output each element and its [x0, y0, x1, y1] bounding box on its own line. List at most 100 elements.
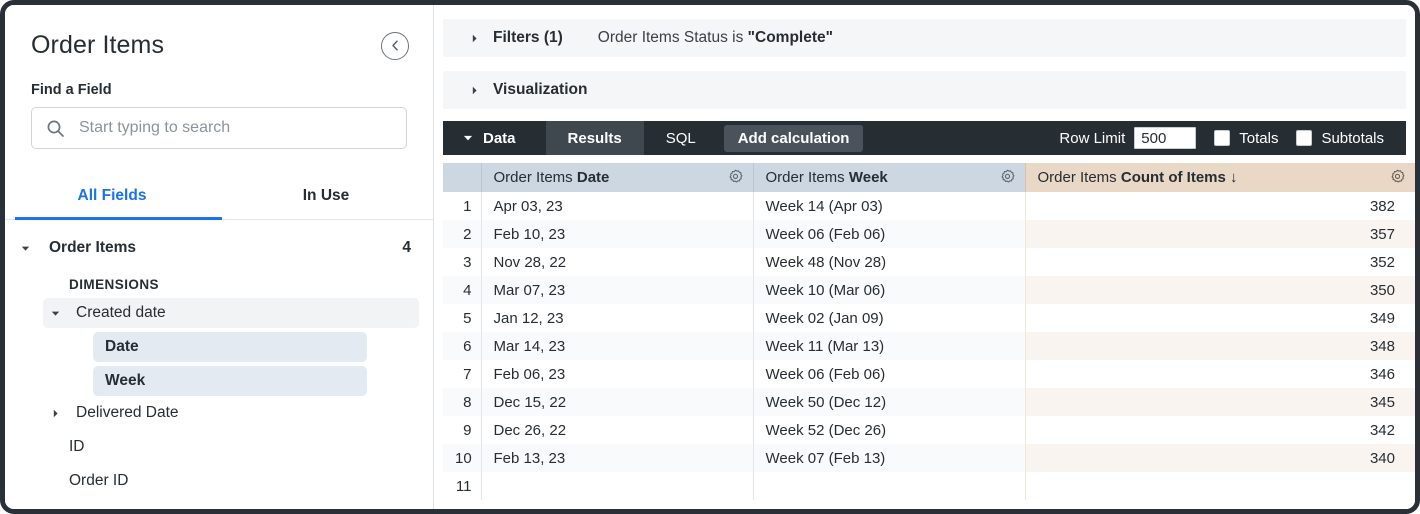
gear-icon[interactable] — [1389, 169, 1406, 186]
tree-item-id[interactable]: ID — [5, 430, 433, 464]
tree-item-created-date[interactable]: Created date — [43, 298, 419, 328]
row-limit-label: Row Limit — [1059, 130, 1125, 147]
subtotals-label: Subtotals — [1321, 130, 1384, 147]
gear-icon[interactable] — [999, 169, 1016, 186]
row-limit-input[interactable] — [1134, 127, 1196, 149]
results-table-container[interactable]: Order Items Date — [443, 163, 1415, 509]
caret-right-icon[interactable] — [470, 86, 479, 95]
cell-week: Week 06 (Feb 06) — [753, 360, 1025, 388]
explore-main-panel: Filters (1) Order Items Status is "Compl… — [434, 5, 1415, 509]
page-title: Order Items — [31, 31, 164, 60]
column-header-index — [443, 163, 481, 192]
tree-group-label: Order Items — [32, 239, 136, 257]
data-tab-label: Data — [483, 130, 516, 147]
cell-count: 346 — [1025, 360, 1415, 388]
tab-all-fields[interactable]: All Fields — [5, 179, 219, 219]
table-row[interactable]: 1Apr 03, 23Week 14 (Apr 03)382 — [443, 192, 1415, 220]
tree-group-order-items[interactable]: Order Items 4 — [5, 229, 433, 267]
gear-icon[interactable] — [727, 169, 744, 186]
cell-week: Week 02 (Jan 09) — [753, 304, 1025, 332]
table-row[interactable]: 3Nov 28, 22Week 48 (Nov 28)352 — [443, 248, 1415, 276]
cell-week: Week 50 (Dec 12) — [753, 388, 1025, 416]
column-header-date[interactable]: Order Items Date — [481, 163, 753, 192]
cell-date — [481, 472, 753, 500]
filters-bar-description: Order Items Status is "Complete" — [598, 29, 833, 47]
row-index: 11 — [443, 472, 481, 500]
cell-date: Feb 10, 23 — [481, 220, 753, 248]
caret-down-icon[interactable] — [49, 309, 62, 318]
cell-count: 340 — [1025, 444, 1415, 472]
results-table-body: 1Apr 03, 23Week 14 (Apr 03)382 2Feb 10, … — [443, 192, 1415, 500]
data-section-toggle[interactable]: Data — [443, 121, 546, 155]
table-row[interactable]: 9Dec 26, 22Week 52 (Dec 26)342 — [443, 416, 1415, 444]
tree-item-date[interactable]: Date — [93, 332, 367, 362]
tree-item-label: Delivered Date — [62, 404, 179, 422]
tree-item-label: Week — [105, 372, 145, 390]
tree-item-delivered-date[interactable]: Delivered Date — [5, 396, 433, 430]
add-calculation-button[interactable]: Add calculation — [724, 125, 864, 152]
tab-sql[interactable]: SQL — [644, 121, 718, 155]
filter-description-value: "Complete" — [748, 29, 833, 46]
cell-count: 348 — [1025, 332, 1415, 360]
dimensions-section-label: DIMENSIONS — [5, 267, 433, 298]
chevron-left-circle-icon[interactable] — [381, 32, 409, 60]
find-a-field-label: Find a Field — [5, 60, 433, 98]
table-row[interactable]: 11 — [443, 472, 1415, 500]
table-row[interactable]: 7Feb 06, 23Week 06 (Feb 06)346 — [443, 360, 1415, 388]
cell-week: Week 52 (Dec 26) — [753, 416, 1025, 444]
visualization-bar[interactable]: Visualization — [443, 71, 1406, 109]
table-row[interactable]: 4Mar 07, 23Week 10 (Mar 06)350 — [443, 276, 1415, 304]
tab-results[interactable]: Results — [546, 121, 644, 155]
tree-group-count: 4 — [402, 239, 433, 257]
checkbox-icon — [1214, 130, 1230, 146]
cell-week: Week 14 (Apr 03) — [753, 192, 1025, 220]
column-header-count-of-items[interactable]: Order Items Count of Items ↓ — [1025, 163, 1415, 192]
search-field-container — [5, 98, 433, 149]
tab-in-use[interactable]: In Use — [219, 179, 433, 219]
cell-date: Feb 13, 23 — [481, 444, 753, 472]
table-row[interactable]: 6Mar 14, 23Week 11 (Mar 13)348 — [443, 332, 1415, 360]
cell-count: 342 — [1025, 416, 1415, 444]
totals-label: Totals — [1239, 130, 1278, 147]
filters-bar[interactable]: Filters (1) Order Items Status is "Compl… — [443, 19, 1406, 57]
cell-count: 382 — [1025, 192, 1415, 220]
cell-date: Feb 06, 23 — [481, 360, 753, 388]
field-tabs: All Fields In Use — [5, 179, 433, 220]
cell-count: 350 — [1025, 276, 1415, 304]
column-header-prefix: Order Items — [494, 169, 577, 186]
subtotals-checkbox[interactable]: Subtotals — [1296, 130, 1384, 147]
cell-date: Dec 15, 22 — [481, 388, 753, 416]
caret-right-icon[interactable] — [470, 34, 479, 43]
column-header-week[interactable]: Order Items Week — [753, 163, 1025, 192]
cell-week — [753, 472, 1025, 500]
cell-count: 349 — [1025, 304, 1415, 332]
search-input[interactable] — [79, 119, 392, 137]
table-row[interactable]: 8Dec 15, 22Week 50 (Dec 12)345 — [443, 388, 1415, 416]
data-toolbar: Data Results SQL Add calculation Row Lim… — [443, 121, 1406, 155]
row-index: 1 — [443, 192, 481, 220]
cell-date: Mar 07, 23 — [481, 276, 753, 304]
row-index: 2 — [443, 220, 481, 248]
totals-checkbox[interactable]: Totals — [1214, 130, 1278, 147]
search-box[interactable] — [31, 107, 407, 149]
tree-item-order-id[interactable]: Order ID — [5, 464, 433, 498]
tree-item-week[interactable]: Week — [93, 366, 367, 396]
caret-right-icon[interactable] — [49, 409, 62, 418]
cell-week: Week 48 (Nov 28) — [753, 248, 1025, 276]
cell-week: Week 06 (Feb 06) — [753, 220, 1025, 248]
caret-down-icon — [19, 244, 32, 253]
toolbar-right-group: Row Limit Totals Subtotals — [1059, 121, 1406, 155]
row-index: 8 — [443, 388, 481, 416]
cell-date: Dec 26, 22 — [481, 416, 753, 444]
checkbox-icon — [1296, 130, 1312, 146]
table-row[interactable]: 2Feb 10, 23Week 06 (Feb 06)357 — [443, 220, 1415, 248]
row-index: 9 — [443, 416, 481, 444]
filter-description-prefix: Order Items Status is — [598, 29, 748, 46]
tree-item-label: Date — [105, 338, 139, 356]
table-row[interactable]: 10Feb 13, 23Week 07 (Feb 13)340 — [443, 444, 1415, 472]
cell-count — [1025, 472, 1415, 500]
table-row[interactable]: 5Jan 12, 23Week 02 (Jan 09)349 — [443, 304, 1415, 332]
column-header-prefix: Order Items — [766, 169, 849, 186]
cell-count: 352 — [1025, 248, 1415, 276]
row-index: 3 — [443, 248, 481, 276]
